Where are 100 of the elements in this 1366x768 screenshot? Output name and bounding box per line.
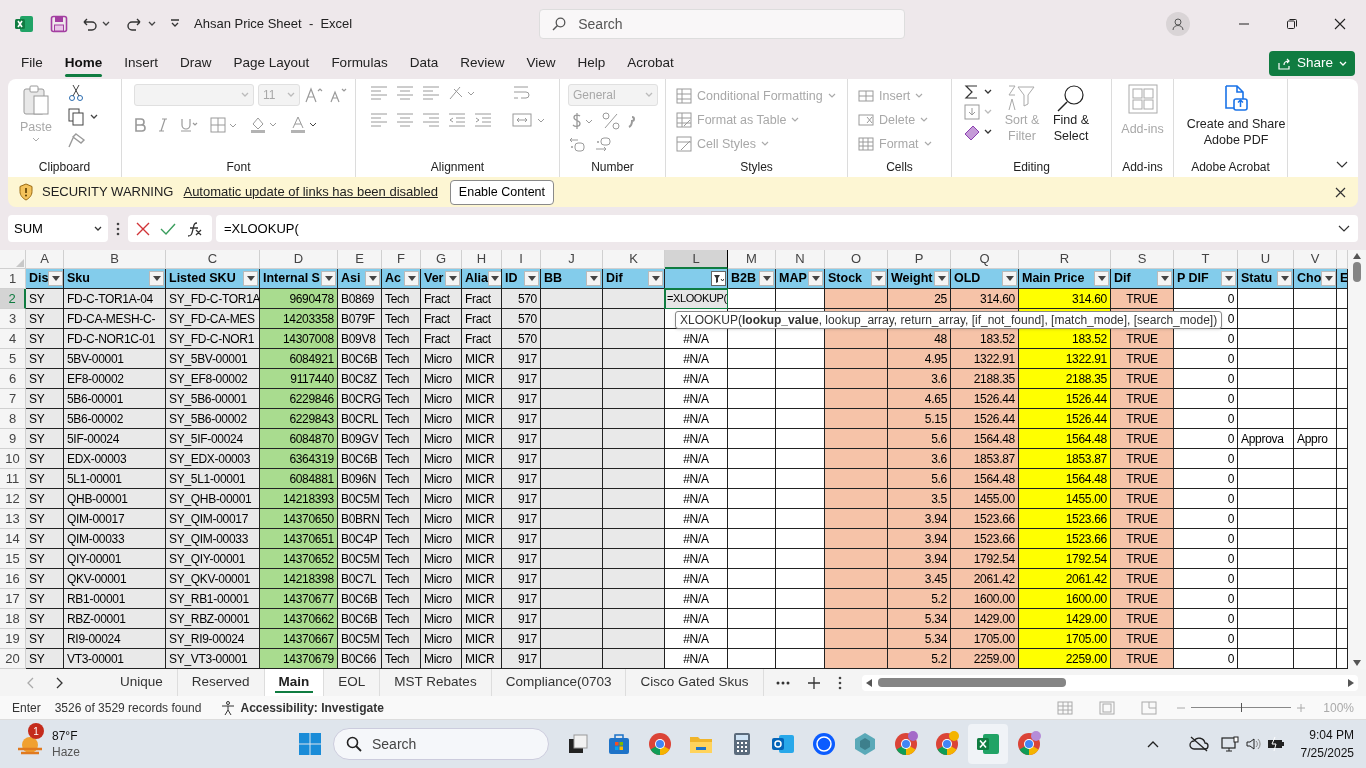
filter-button[interactable]	[243, 271, 258, 286]
start-button[interactable]	[297, 731, 323, 757]
decrease-decimal-icon[interactable]	[594, 136, 612, 152]
horizontal-scrollbar[interactable]	[861, 674, 1358, 691]
scroll-up-icon[interactable]	[1353, 253, 1361, 259]
menu-tab[interactable]: Home	[53, 49, 114, 78]
row-header[interactable]: 18	[0, 609, 26, 629]
filter-button[interactable]	[759, 271, 774, 286]
filter-active-button[interactable]	[711, 271, 726, 286]
autosum-icon[interactable]	[964, 84, 980, 100]
filter-button[interactable]	[404, 271, 419, 286]
network-icon[interactable]	[1220, 736, 1239, 752]
eraser-icon[interactable]	[964, 124, 980, 140]
row-header[interactable]: 5	[0, 349, 26, 369]
enter-icon[interactable]	[160, 221, 176, 236]
scrollbar-thumb[interactable]	[877, 678, 1066, 687]
customize-toolbar-icon[interactable]	[170, 19, 180, 29]
row-header[interactable]: 15	[0, 549, 26, 569]
row-header[interactable]: 4	[0, 329, 26, 349]
cloud-off-icon[interactable]	[1188, 736, 1209, 752]
orientation-icon[interactable]	[448, 85, 476, 101]
merge-center-icon[interactable]	[512, 112, 546, 128]
filter-button[interactable]	[586, 271, 601, 286]
taskbar-search-field[interactable]: Search	[333, 728, 549, 760]
row-header[interactable]: 10	[0, 449, 26, 469]
filter-button[interactable]	[1277, 271, 1292, 286]
active-cell[interactable]: =XLOOKUP(	[665, 289, 728, 309]
row-header[interactable]: 12	[0, 489, 26, 509]
italic-icon[interactable]	[158, 118, 168, 132]
clock[interactable]: 9:04 PM 7/25/2025	[1300, 726, 1354, 762]
filter-button[interactable]	[321, 271, 336, 286]
bold-icon[interactable]	[134, 118, 146, 132]
name-box[interactable]: SUM	[8, 215, 108, 242]
copy-icon[interactable]	[68, 108, 84, 126]
row-header[interactable]: 8	[0, 409, 26, 429]
store-icon[interactable]	[606, 731, 632, 757]
taskbar-button[interactable]	[968, 724, 1008, 764]
scrollbar-thumb[interactable]	[1353, 262, 1361, 282]
filter-button[interactable]	[1157, 271, 1172, 286]
menu-tab[interactable]: View	[515, 49, 567, 78]
font-color-icon[interactable]	[290, 116, 318, 134]
filter-button[interactable]	[1221, 271, 1236, 286]
row-header[interactable]: 6	[0, 369, 26, 389]
battery-icon[interactable]	[1266, 737, 1285, 751]
chrome-profile-icon[interactable]	[1016, 731, 1042, 757]
menu-tab[interactable]: Formulas	[320, 49, 399, 78]
row-header[interactable]: 19	[0, 629, 26, 649]
diamond-icon[interactable]	[852, 731, 878, 757]
menu-tab[interactable]: Insert	[113, 49, 170, 78]
filter-button[interactable]	[48, 271, 63, 286]
find-select-button[interactable]: Find & Select	[1046, 84, 1096, 157]
more-options-icon[interactable]	[116, 221, 120, 236]
menu-tab[interactable]: Review	[449, 49, 516, 78]
more-options-icon[interactable]	[837, 675, 842, 690]
chrome-profile-icon[interactable]	[893, 731, 919, 757]
sheet-tab[interactable]: Main	[264, 669, 325, 696]
filter-button[interactable]	[871, 271, 886, 286]
save-button[interactable]	[48, 13, 70, 35]
chevron-up-icon[interactable]	[1146, 740, 1159, 748]
filter-button[interactable]	[445, 271, 460, 286]
cancel-icon[interactable]	[136, 221, 150, 236]
chrome-profile-icon[interactable]	[934, 731, 960, 757]
row-header[interactable]: 3	[0, 309, 26, 329]
avatar-icon[interactable]	[1166, 12, 1190, 36]
row-header[interactable]: 14	[0, 529, 26, 549]
menu-tab[interactable]: File	[10, 49, 54, 78]
enable-content-button[interactable]: Enable Content	[449, 179, 555, 205]
row-header[interactable]: 17	[0, 589, 26, 609]
menu-tab[interactable]: Acrobat	[616, 49, 685, 78]
collapse-ribbon-icon[interactable]	[1336, 161, 1348, 169]
row-header[interactable]: 20	[0, 649, 26, 669]
function-icon[interactable]	[186, 220, 204, 237]
row-header[interactable]: 7	[0, 389, 26, 409]
filter-button[interactable]	[365, 271, 380, 286]
scroll-right-icon[interactable]	[1347, 678, 1354, 687]
speaker-icon[interactable]	[1244, 736, 1261, 752]
menu-tab[interactable]: Draw	[169, 49, 223, 78]
filter-button[interactable]	[934, 271, 949, 286]
row-header[interactable]: 16	[0, 569, 26, 589]
decrease-font-icon[interactable]	[328, 87, 348, 103]
scroll-left-icon[interactable]	[865, 678, 872, 687]
filter-button[interactable]	[524, 271, 539, 286]
warning-link[interactable]: Automatic update of links has been disabled	[183, 182, 438, 202]
filter-button[interactable]	[149, 271, 164, 286]
filter-button[interactable]	[1094, 271, 1109, 286]
row-header[interactable]: 11	[0, 469, 26, 489]
create-pdf-button[interactable]: Create and Share Adobe PDF	[1180, 84, 1287, 157]
vertical-scrollbar[interactable]	[1348, 250, 1366, 669]
excel-app-icon[interactable]	[975, 731, 1001, 757]
row-header[interactable]: 13	[0, 509, 26, 529]
menu-tab[interactable]: Page Layout	[222, 49, 321, 78]
filter-button[interactable]	[808, 271, 823, 286]
expand-icon[interactable]	[1338, 224, 1350, 233]
increase-font-icon[interactable]	[304, 87, 324, 103]
font-name-field[interactable]	[134, 84, 254, 106]
chrome-icon[interactable]	[647, 731, 673, 757]
scroll-down-icon[interactable]	[1353, 660, 1361, 666]
increase-decimal-icon[interactable]	[568, 136, 586, 152]
search-field[interactable]: Search	[539, 9, 906, 39]
format-painter-icon[interactable]	[68, 132, 86, 148]
